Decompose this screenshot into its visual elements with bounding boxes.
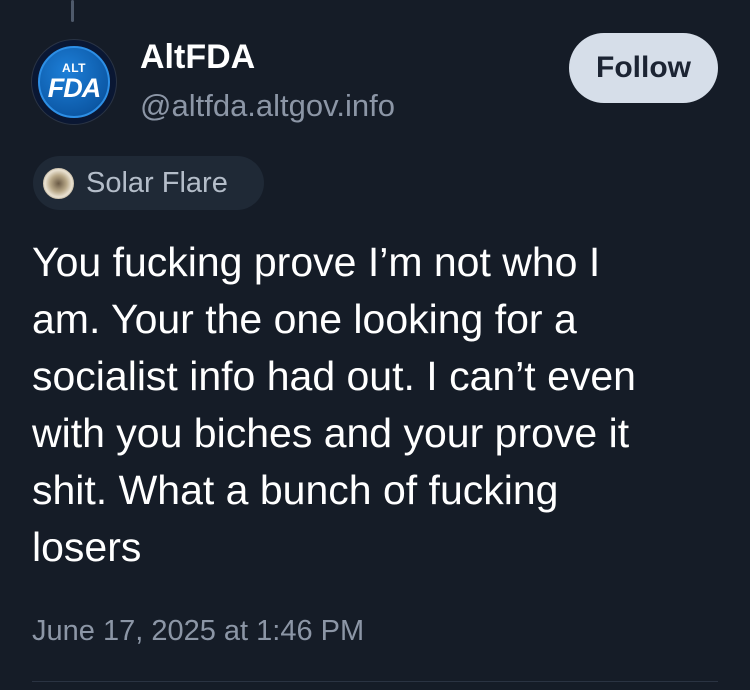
post-timestamp[interactable]: June 17, 2025 at 1:46 PM [32, 615, 364, 648]
divider [32, 681, 718, 682]
post-body: You fucking prove I’m not who I am. Your… [32, 234, 722, 576]
labeler-badge-icon [43, 167, 74, 199]
thread-connector-line [71, 0, 74, 22]
avatar-main-text: FDA [47, 73, 102, 103]
follow-button[interactable]: Follow [569, 33, 718, 103]
post-line: am. Your the one looking for a [32, 296, 577, 342]
post-line: You fucking prove I’m not who I [32, 239, 601, 285]
content-label-chip[interactable]: Solar Flare [33, 156, 264, 210]
avatar[interactable]: ALT FDA [32, 40, 116, 124]
post-line: socialist info had out. I can’t even [32, 353, 636, 399]
post-line: shit. What a bunch of fucking [32, 467, 559, 513]
author-handle[interactable]: @altfda.altgov.info [140, 88, 395, 124]
post-line: with you biches and your prove it [32, 410, 630, 456]
author-display-name[interactable]: AltFDA [140, 38, 255, 77]
content-label-text: Solar Flare [86, 166, 228, 199]
avatar-logo: ALT FDA [38, 46, 110, 118]
post-line: losers [32, 524, 142, 570]
